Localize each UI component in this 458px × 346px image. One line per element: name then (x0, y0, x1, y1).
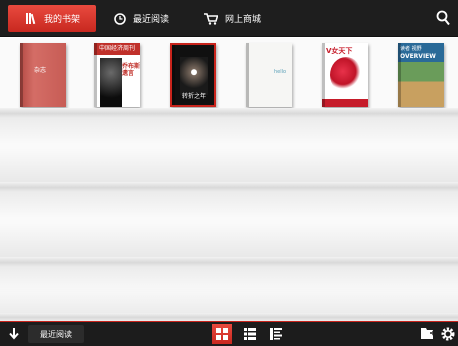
search-icon (436, 10, 450, 26)
settings-icon (441, 327, 455, 341)
list-view-button[interactable] (240, 324, 260, 344)
book-item[interactable]: hello (246, 43, 292, 107)
book-title: 转折之年 (182, 93, 207, 100)
book-item[interactable]: 中国经济周刊 乔布斯 遗言 (94, 43, 140, 107)
book-title: 杂志 (34, 67, 47, 74)
book-title: OVERVIEW (400, 53, 436, 60)
grid-view-icon (216, 328, 228, 340)
shelf-board (0, 257, 458, 267)
search-button[interactable] (436, 10, 450, 26)
shelf-shadow (0, 192, 458, 218)
book-title: hello (274, 69, 287, 75)
tab-online-store[interactable]: 网上商城 (200, 5, 280, 32)
settings-button[interactable] (440, 326, 456, 342)
tab-recent-reading[interactable]: 最近阅读 (110, 5, 190, 32)
shelf-board (0, 182, 458, 192)
shelf-board (0, 108, 458, 118)
bookshelf-icon (26, 13, 37, 24)
download-button[interactable] (8, 326, 22, 342)
cover-photo (180, 57, 208, 95)
book-item[interactable]: V女天下 (322, 43, 368, 107)
detail-list-icon (270, 328, 282, 340)
book-item[interactable]: 转折之年 (170, 43, 216, 107)
book-subtitle: 乔布斯 遗言 (122, 63, 140, 77)
book-item[interactable]: 读者 视野 OVERVIEW (398, 43, 444, 107)
shelf-backdrop (0, 223, 458, 257)
shelf-row-1: 杂志 中国经济周刊 乔布斯 遗言 转折之年 hello V女天下 读者 视野 O… (0, 38, 458, 144)
tab-my-bookshelf[interactable]: 我的书架 (8, 5, 96, 32)
top-navigation-bar: 我的书架 最近阅读 网上商城 (0, 0, 458, 37)
book-header: 中国经济周刊 (94, 43, 140, 55)
bottom-toolbar: 最近阅读 (0, 321, 458, 346)
book-header: V女天下 (326, 47, 353, 55)
detail-list-button[interactable] (266, 324, 286, 344)
cart-icon (204, 12, 218, 25)
book-header: 读者 视野 (400, 46, 422, 52)
recent-reading-button[interactable]: 最近阅读 (28, 325, 84, 343)
download-icon (9, 328, 19, 340)
shelf-board (0, 313, 458, 321)
cover-photo (100, 58, 122, 107)
shelf-backdrop (0, 148, 458, 182)
tab-recent-reading-label: 最近阅读 (133, 15, 170, 25)
cover-footer (322, 99, 368, 107)
cover-photo (330, 57, 362, 93)
bookshelf-area: 杂志 中国经济周刊 乔布斯 遗言 转折之年 hello V女天下 读者 视野 O… (0, 38, 458, 321)
tab-my-bookshelf-label: 我的书架 (44, 15, 81, 25)
shelf-shadow (0, 118, 458, 144)
grid-view-button[interactable] (212, 324, 232, 344)
book-item[interactable]: 杂志 (20, 43, 66, 107)
import-button[interactable] (420, 326, 437, 342)
import-icon (421, 328, 437, 339)
tab-online-store-label: 网上商城 (225, 15, 262, 25)
list-view-icon (244, 328, 256, 340)
clock-icon (114, 12, 126, 25)
